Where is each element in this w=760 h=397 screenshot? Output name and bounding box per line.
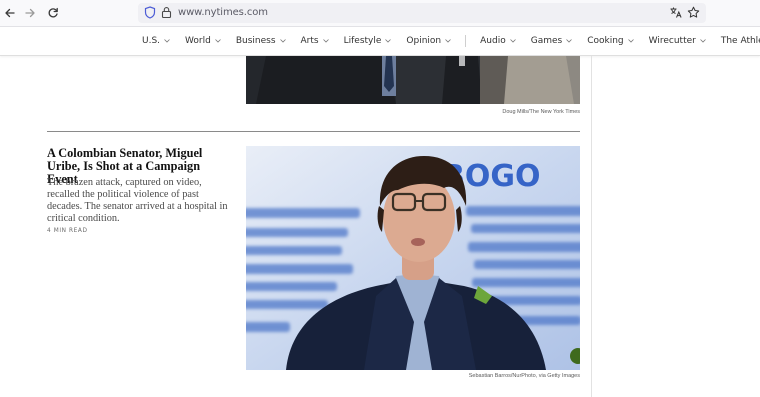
shield-icon[interactable] bbox=[144, 6, 156, 24]
address-bar[interactable]: www.nytimes.com bbox=[138, 3, 706, 23]
section-nav: U.S. World Business Arts Lifestyle Opini… bbox=[0, 27, 760, 56]
nav-item-label: Business bbox=[235, 36, 276, 46]
star-icon[interactable] bbox=[687, 6, 700, 24]
story-summary[interactable]: The brazen attack, captured on video, re… bbox=[47, 177, 232, 225]
nav-item-opinion[interactable]: Opinion bbox=[406, 36, 451, 46]
nav-item-label: Arts bbox=[300, 36, 319, 46]
nav-item-label: Games bbox=[530, 36, 563, 46]
chevron-down-icon bbox=[509, 39, 516, 43]
nav-item-world[interactable]: World bbox=[185, 36, 221, 46]
nav-item-business[interactable]: Business bbox=[236, 36, 286, 46]
nav-item-label: Cooking bbox=[587, 36, 624, 46]
browser-toolbar: www.nytimes.com bbox=[0, 0, 760, 27]
section-nav-list: U.S. World Business Arts Lifestyle Opini… bbox=[142, 35, 760, 47]
nav-item-label: Audio bbox=[480, 36, 506, 46]
reload-icon[interactable] bbox=[44, 4, 62, 22]
nav-item-wirecutter[interactable]: Wirecutter bbox=[649, 36, 706, 46]
chevron-down-icon bbox=[627, 39, 634, 43]
chevron-down-icon bbox=[385, 39, 392, 43]
nav-item-label: Opinion bbox=[406, 36, 442, 46]
column-divider bbox=[591, 56, 592, 397]
nav-item-label: World bbox=[185, 36, 211, 46]
chevron-down-icon bbox=[279, 39, 286, 43]
chevron-down-icon bbox=[215, 39, 221, 43]
nav-item-games[interactable]: Games bbox=[531, 36, 572, 46]
back-arrow-icon[interactable] bbox=[1, 4, 19, 22]
translate-icon[interactable] bbox=[669, 6, 682, 24]
chevron-down-icon bbox=[322, 39, 329, 43]
nav-item-us[interactable]: U.S. bbox=[142, 36, 170, 46]
nav-item-cooking[interactable]: Cooking bbox=[587, 36, 634, 46]
image-credit: Doug Mills/The New York Times bbox=[502, 109, 580, 115]
nav-divider bbox=[465, 35, 467, 47]
nav-item-lifestyle[interactable]: Lifestyle bbox=[344, 36, 392, 46]
chevron-down-icon bbox=[700, 39, 706, 43]
read-time: 4 MIN READ bbox=[47, 228, 88, 234]
story-image[interactable]: BOGO bbox=[246, 146, 580, 370]
url-text[interactable]: www.nytimes.com bbox=[178, 7, 268, 18]
nav-item-audio[interactable]: Audio bbox=[480, 36, 516, 46]
nav-item-label: Wirecutter bbox=[648, 36, 696, 46]
nav-item-label: The Athletic bbox=[720, 36, 760, 46]
forward-arrow-icon[interactable] bbox=[21, 4, 39, 22]
chevron-down-icon bbox=[445, 39, 451, 43]
story-divider bbox=[47, 131, 580, 132]
nav-item-label: U.S. bbox=[142, 36, 161, 46]
nav-item-the-athletic[interactable]: The Athletic bbox=[721, 36, 760, 46]
chevron-down-icon bbox=[164, 39, 170, 43]
image-credit: Sebastian Barros/NurPhoto, via Getty Ima… bbox=[468, 373, 580, 379]
previous-story-image[interactable] bbox=[246, 56, 580, 104]
lock-icon[interactable] bbox=[161, 6, 172, 24]
nav-item-label: Lifestyle bbox=[343, 36, 382, 46]
nav-item-arts[interactable]: Arts bbox=[301, 36, 329, 46]
chevron-down-icon bbox=[566, 39, 572, 43]
